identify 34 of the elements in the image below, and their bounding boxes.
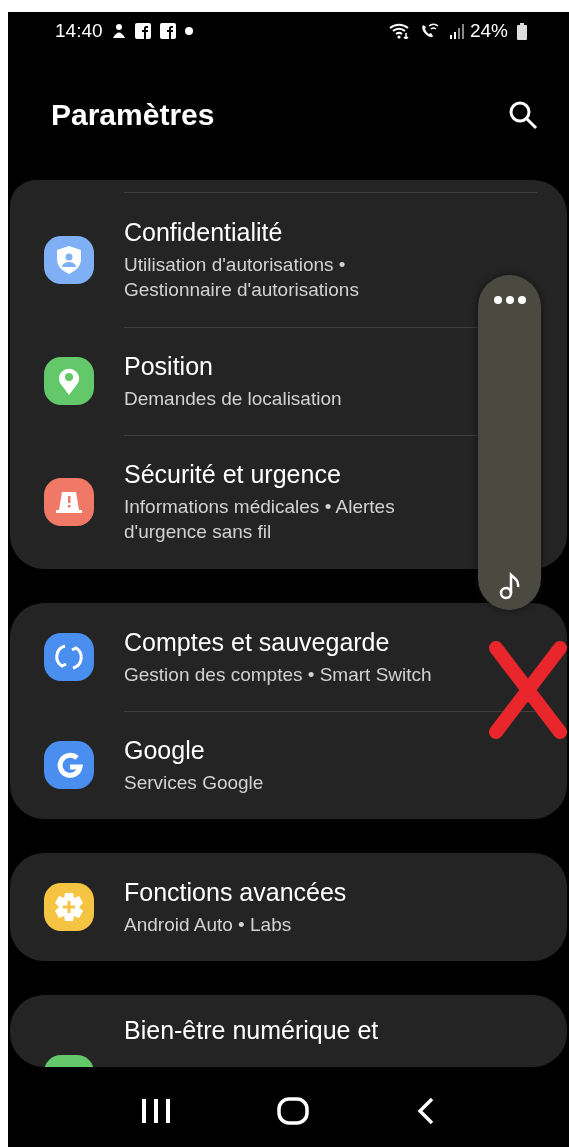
item-title: Bien-être numérique et [124, 1016, 380, 1045]
music-note-icon[interactable] [497, 572, 522, 600]
settings-item[interactable]: Bien-être numérique et [44, 995, 537, 1067]
signal-icon [448, 23, 465, 39]
app-notification-icon [134, 23, 151, 39]
settings-item[interactable]: Google Services Google [44, 711, 537, 819]
wifi-icon [388, 23, 411, 39]
search-icon[interactable] [507, 99, 539, 131]
battery-icon [517, 22, 527, 40]
wifi-call-icon [419, 23, 440, 39]
item-subtitle: Informations médicales • Alertes d'urgence sans fil [124, 495, 396, 544]
settings-item[interactable]: Fonctions avancées Android Auto • Labs [44, 853, 537, 961]
item-title: Fonctions avancées [124, 877, 348, 907]
more-icon[interactable] [492, 295, 527, 305]
item-subtitle: Demandes de localisation [124, 386, 343, 411]
item-subtitle: Utilisation d'autorisations • Gestionnaire d'autorisations [124, 252, 360, 302]
cross-mark-icon [488, 640, 568, 740]
settings-item[interactable]: Comptes et sauvegarde Gestion des comptes • Smart Switch [44, 603, 537, 711]
item-title: Position [124, 351, 214, 381]
item-subtitle: Services Google [124, 770, 265, 795]
item-title: Confidentialité [124, 217, 284, 247]
item-title: Comptes et sauvegarde [124, 627, 391, 657]
item-title: Sécurité et urgence [124, 460, 342, 490]
clock: 14:40 [55, 20, 103, 42]
recent-apps-icon[interactable] [141, 1097, 172, 1125]
dot-icon [184, 27, 193, 35]
home-icon[interactable] [277, 1097, 310, 1125]
item-title: Google [124, 735, 206, 765]
item-subtitle: Gestion des comptes • Smart Switch [124, 662, 433, 687]
item-subtitle: Android Auto • Labs [124, 912, 293, 937]
page-title: Paramètres [51, 98, 215, 132]
app-notification-icon [159, 23, 176, 39]
battery-level: 24% [469, 20, 508, 42]
back-icon[interactable] [415, 1097, 436, 1125]
